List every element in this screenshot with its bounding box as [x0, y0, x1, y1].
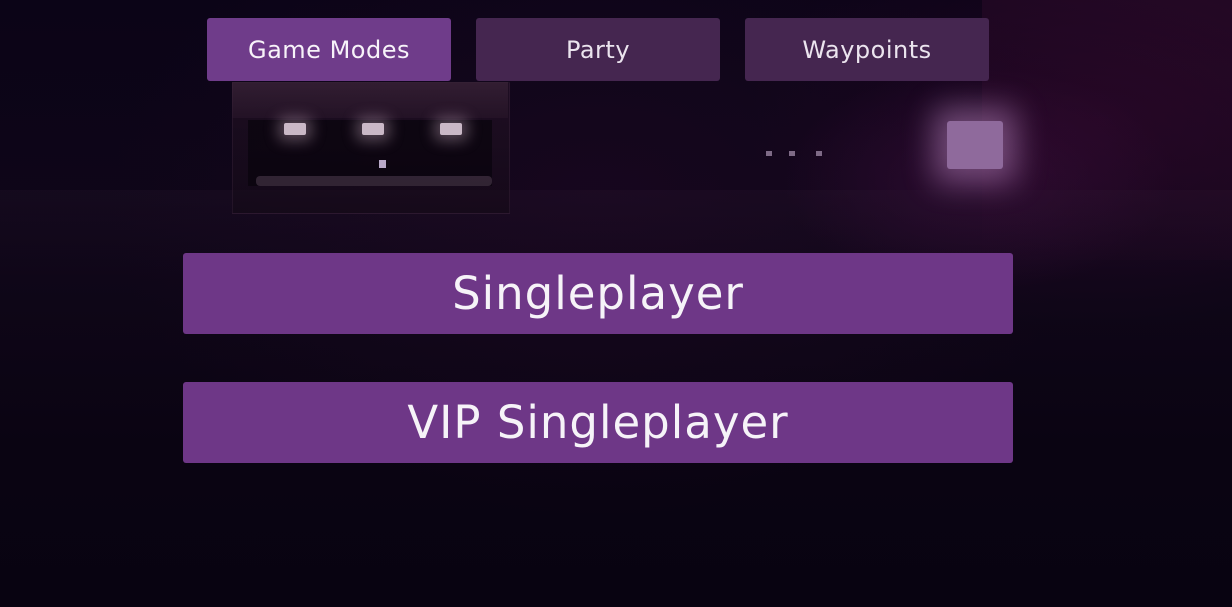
- vip-singleplayer-button[interactable]: VIP Singleplayer: [183, 382, 1013, 463]
- scene-lamp: [284, 123, 306, 135]
- tab-party[interactable]: Party: [476, 18, 720, 81]
- scene-lamp: [362, 123, 384, 135]
- scene-distant-light: [789, 151, 795, 156]
- scene-small-light: [379, 160, 386, 168]
- scene-room-roof: [232, 82, 508, 118]
- scene-wall: [982, 0, 1232, 260]
- tab-waypoints[interactable]: Waypoints: [745, 18, 989, 81]
- scene-room-window: [248, 120, 492, 186]
- scene-distant-light: [816, 151, 822, 156]
- scene-glowing-lamp: [947, 121, 1003, 169]
- scene-bench: [256, 176, 492, 186]
- scene-distant-light: [766, 151, 772, 156]
- scene-room: [232, 82, 510, 214]
- tab-game-modes[interactable]: Game Modes: [207, 18, 451, 81]
- scene-lamp: [440, 123, 462, 135]
- singleplayer-button[interactable]: Singleplayer: [183, 253, 1013, 334]
